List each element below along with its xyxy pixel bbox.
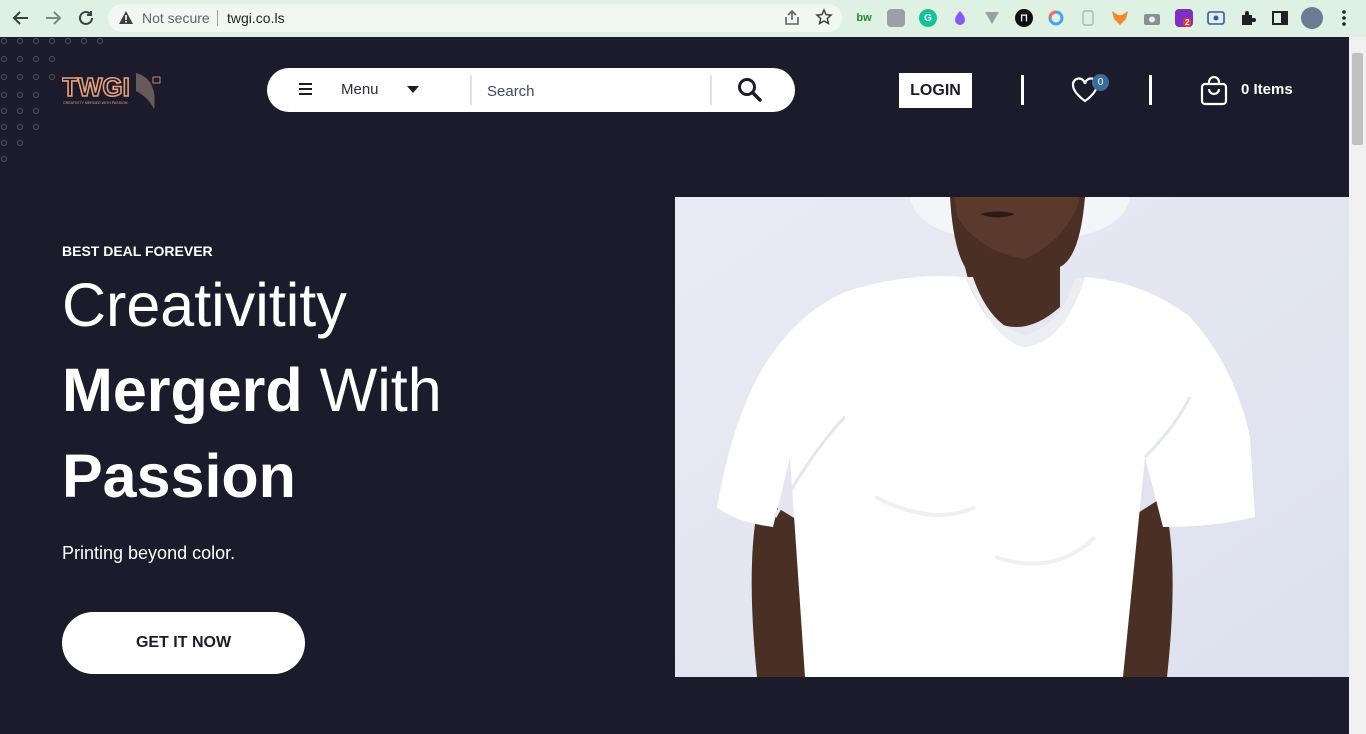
more-icon[interactable] [1335,9,1353,27]
site-logo[interactable]: TWGI CREATIVITY MERGED WITH PASSION [61,69,162,113]
hero-title-line1: Creativitity [62,271,347,339]
search-bar: Menu [267,68,795,112]
rainbow-ext-icon[interactable] [1047,9,1065,27]
wishlist-count-badge: 0 [1092,74,1109,91]
dark-ext-icon[interactable]: ⊓ [1015,9,1033,27]
share-icon[interactable] [783,9,801,32]
scrollbar-thumb[interactable] [1352,53,1363,145]
url-text[interactable]: twgi.co.ls [227,10,285,26]
shopping-bag-icon[interactable] [1200,75,1228,111]
bw-icon[interactable]: bw [855,9,873,27]
arrow-left-icon [12,11,28,25]
hero-title-bold: Mergerd [62,356,303,424]
hero-image [675,197,1349,677]
puzzle-icon[interactable] [1239,9,1257,27]
screen-ext-icon[interactable] [1207,9,1225,27]
scrollbar[interactable] [1349,37,1366,734]
arrow-right-icon [46,11,62,25]
camera-ext-icon[interactable] [1143,9,1161,27]
phone-ext-icon[interactable] [1079,9,1097,27]
get-it-now-button[interactable]: GET IT NOW [62,612,305,674]
divider [470,75,472,105]
grammarly-icon[interactable]: G [919,9,937,27]
back-button[interactable] [9,6,33,30]
reload-icon [79,10,93,25]
star-icon[interactable] [815,8,833,31]
hero-kicker: BEST DEAL FOREVER [62,243,213,259]
login-button[interactable]: LOGIN [899,73,972,108]
ext-badge: 2 [1183,18,1192,27]
logo-tagline: CREATIVITY MERGED WITH PASSION [63,101,128,105]
browser-toolbar: Not secure twgi.co.ls bw G ⊓ 2 [0,0,1366,38]
profile-avatar[interactable] [1301,7,1323,29]
tag-ext-icon[interactable]: 2 [1175,9,1193,27]
divider [1149,75,1152,105]
caret-down-icon[interactable] [407,86,419,93]
hero-subtitle: Printing beyond color. [62,543,236,563]
logo-wordmark: TWGI [62,72,130,102]
divider [217,10,218,26]
cart-items-label[interactable]: 0 Items [1241,81,1293,98]
hamburger-icon[interactable] [299,82,312,100]
hero-title-light: With [302,356,442,424]
search-input[interactable] [485,76,709,106]
hero-title-line2: Mergerd With [62,354,442,426]
v-ext-icon[interactable] [983,9,1001,27]
fox-ext-icon[interactable] [1111,9,1129,27]
color-ext-icon[interactable] [951,9,969,27]
forward-button[interactable] [41,6,65,30]
menu-dropdown-label[interactable]: Menu [341,81,379,98]
divider [710,75,712,105]
search-icon[interactable] [737,77,763,108]
hero-title-line3: Passion [62,442,296,510]
chart-ext-icon[interactable] [887,9,905,27]
reload-button[interactable] [74,6,98,30]
security-label[interactable]: Not secure [142,10,210,26]
page-content: TWGI CREATIVITY MERGED WITH PASSION Menu… [0,37,1349,734]
warning-icon[interactable] [118,10,134,30]
address-bar[interactable]: Not secure twgi.co.ls [108,4,842,32]
sidebar-icon[interactable] [1271,9,1289,27]
divider [1021,75,1024,105]
